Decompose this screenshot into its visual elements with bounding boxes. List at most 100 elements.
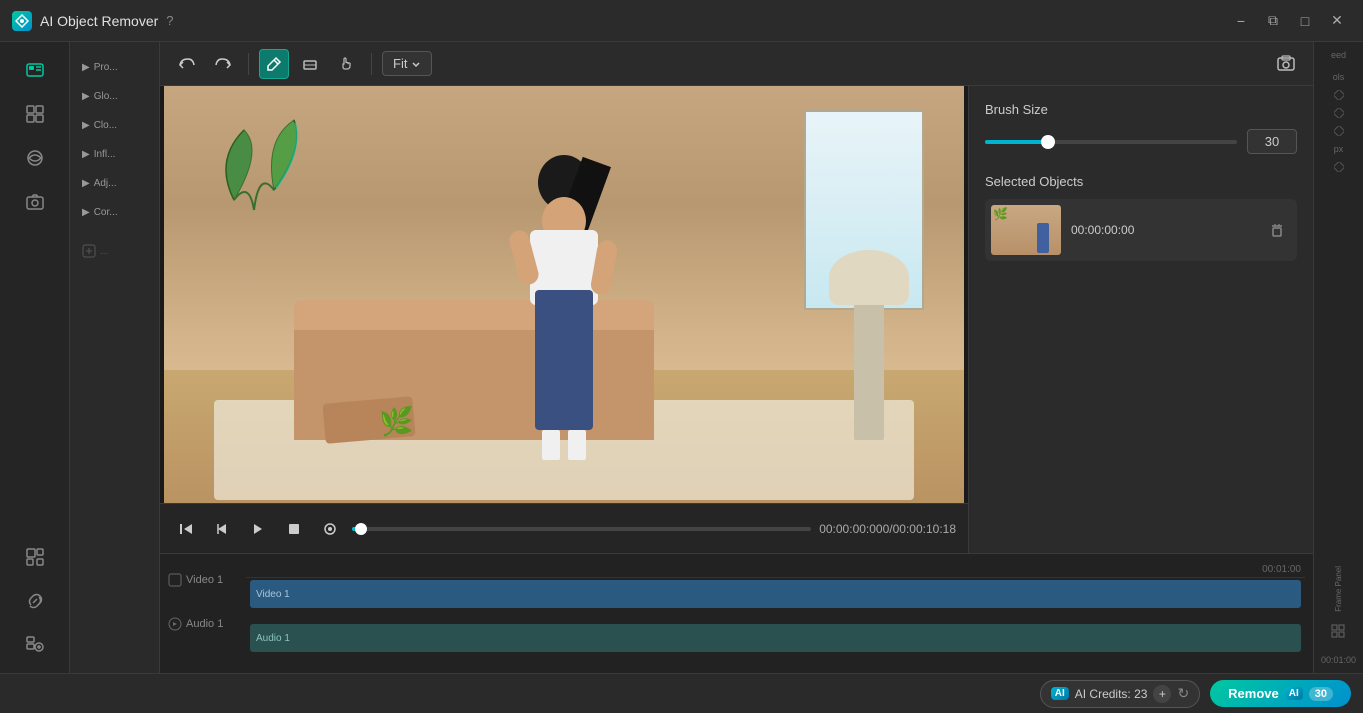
panel-section-adj[interactable]: ▶ Adj... [78, 172, 151, 195]
diamond-icon-4 [1334, 162, 1344, 172]
redo-button[interactable] [208, 49, 238, 79]
diamond-icon-1 [1334, 90, 1344, 100]
minimize-button[interactable]: − [1227, 7, 1255, 35]
maximize-button[interactable]: □ [1291, 7, 1319, 35]
obj-thumb-background: 🌿 [991, 205, 1061, 255]
diamond-icon-2 [1334, 108, 1344, 118]
bottom-area: Video 1 Audio 1 00:01:00 Video 1 Audio 1 [160, 553, 1313, 673]
stop-button[interactable] [280, 515, 308, 543]
progress-thumb [355, 523, 367, 535]
person-figure [504, 160, 624, 460]
brush-size-slider[interactable] [985, 132, 1237, 152]
hand-tool-button[interactable] [331, 49, 361, 79]
obj-thumb-person [1037, 223, 1049, 253]
progress-bar[interactable] [352, 527, 811, 531]
restore-button[interactable]: ⧉ [1259, 7, 1287, 35]
window-title: AI Object Remover [40, 13, 158, 29]
panel-area: ▶ Pro... ▶ Glo... ▶ Clo... ▶ Infl... ▶ A… [70, 42, 160, 673]
panel-section-cor[interactable]: ▶ Cor... [78, 201, 151, 224]
eraser-tool-button[interactable] [295, 49, 325, 79]
ai-badge: AI [1051, 687, 1069, 700]
close-button[interactable]: ✕ [1323, 7, 1351, 35]
ai-credits-label: AI Credits: 23 [1075, 687, 1148, 701]
remove-credits: 30 [1309, 687, 1333, 701]
sidebar-item-stickers[interactable] [15, 537, 55, 577]
playback-bar: 00:00:00:000/00:00:10:18 [160, 503, 968, 553]
window-controls: − ⧉ □ ✕ [1227, 7, 1351, 35]
sidebar-item-snapshot[interactable] [15, 182, 55, 222]
sidebar-item-overlays[interactable] [15, 138, 55, 178]
skip-back-button[interactable] [172, 515, 200, 543]
video-track-label: Video 1 [256, 589, 290, 600]
sidebar-item-media[interactable] [15, 50, 55, 90]
main-layout: ▶ Pro... ▶ Glo... ▶ Clo... ▶ Infl... ▶ A… [0, 42, 1363, 673]
right-panel: Brush Size 30 Selected Objects 🌿 [968, 86, 1313, 553]
person-shoes-left [542, 430, 560, 460]
object-delete-button[interactable] [1263, 216, 1291, 244]
help-icon[interactable]: ? [166, 13, 173, 28]
brush-slider-thumb [1041, 135, 1055, 149]
px-label: px [1334, 144, 1344, 154]
video-frame: 🌿 [164, 86, 964, 503]
audio1-label: Audio 1 [186, 618, 223, 630]
step-back-button[interactable] [208, 515, 236, 543]
brush-size-row: 30 [985, 129, 1297, 154]
frame-panel-label: Frame Panel [1334, 566, 1343, 612]
brush-slider-fill [985, 140, 1048, 144]
timeline-ruler: 00:01:00 [246, 562, 1305, 578]
track-labels: Video 1 Audio 1 [168, 562, 238, 638]
selected-objects-title: Selected Objects [985, 174, 1297, 189]
bottom-bar: AI AI Credits: 23 + ↻ Remove AI 30 [0, 673, 1363, 713]
timeline-area: 00:01:00 Video 1 Audio 1 [246, 562, 1305, 665]
play-button[interactable] [244, 515, 272, 543]
record-button[interactable] [316, 515, 344, 543]
left-sidebar [0, 42, 70, 673]
audio-track-label: Audio 1 [256, 633, 290, 644]
video1-label: Video 1 [186, 574, 223, 586]
sidebar-item-links[interactable] [15, 581, 55, 621]
object-time: 00:00:00:00 [1071, 223, 1253, 237]
far-right-strip: eed ols px Frame Panel 00:01:00 [1313, 42, 1363, 673]
fit-dropdown[interactable]: Fit [382, 51, 432, 76]
brush-tool-button[interactable] [259, 49, 289, 79]
sidebar-item-effects[interactable] [15, 94, 55, 134]
remove-button[interactable]: Remove AI 30 [1210, 680, 1351, 707]
ai-credits-container: AI AI Credits: 23 + ↻ [1040, 680, 1200, 708]
video-area: 🌿 [160, 86, 968, 503]
add-credits-button[interactable]: + [1153, 685, 1171, 703]
sidebar-item-add[interactable] [15, 625, 55, 665]
leaf-overlay [204, 110, 324, 230]
toolbar-separator-2 [371, 53, 372, 75]
screenshot-button[interactable] [1271, 49, 1301, 79]
selected-object-item: 🌿 00:00:00:00 [985, 199, 1297, 261]
time-marker-right: 00:01:00 [1321, 655, 1356, 665]
toolbar: Fit [160, 42, 1313, 86]
app-icon [12, 11, 32, 31]
brush-size-title: Brush Size [985, 102, 1297, 117]
add-keyframe-label: ... [100, 246, 108, 257]
remove-ai-badge: AI [1285, 687, 1303, 700]
toolbar-separator-1 [248, 53, 249, 75]
center-area: 🌿 [160, 86, 968, 553]
panel-section-infl[interactable]: ▶ Infl... [78, 143, 151, 166]
room-lamp [854, 300, 884, 440]
video-track[interactable]: Video 1 [250, 580, 1301, 608]
room-plant: 🌿 [379, 405, 414, 438]
brush-size-value[interactable]: 30 [1247, 129, 1297, 154]
object-thumbnail: 🌿 [991, 205, 1061, 255]
person-shoes-right [568, 430, 586, 460]
person-jeans [535, 290, 593, 430]
panel-section-pro[interactable]: ▶ Pro... [78, 56, 151, 79]
far-right-label: eed [1331, 50, 1346, 60]
grid-icon[interactable] [1331, 624, 1347, 640]
obj-thumb-leaf-icon: 🌿 [993, 207, 1008, 221]
refresh-credits-button[interactable]: ↻ [1177, 685, 1189, 702]
brush-slider-track [985, 140, 1237, 144]
time-marker: 00:01:00 [1262, 564, 1301, 575]
undo-button[interactable] [172, 49, 202, 79]
panel-section-glo[interactable]: ▶ Glo... [78, 85, 151, 108]
time-display: 00:00:00:000/00:00:10:18 [819, 522, 956, 536]
audio-track[interactable]: Audio 1 [250, 624, 1301, 652]
panel-section-clo[interactable]: ▶ Clo... [78, 114, 151, 137]
remove-label: Remove [1228, 686, 1279, 701]
